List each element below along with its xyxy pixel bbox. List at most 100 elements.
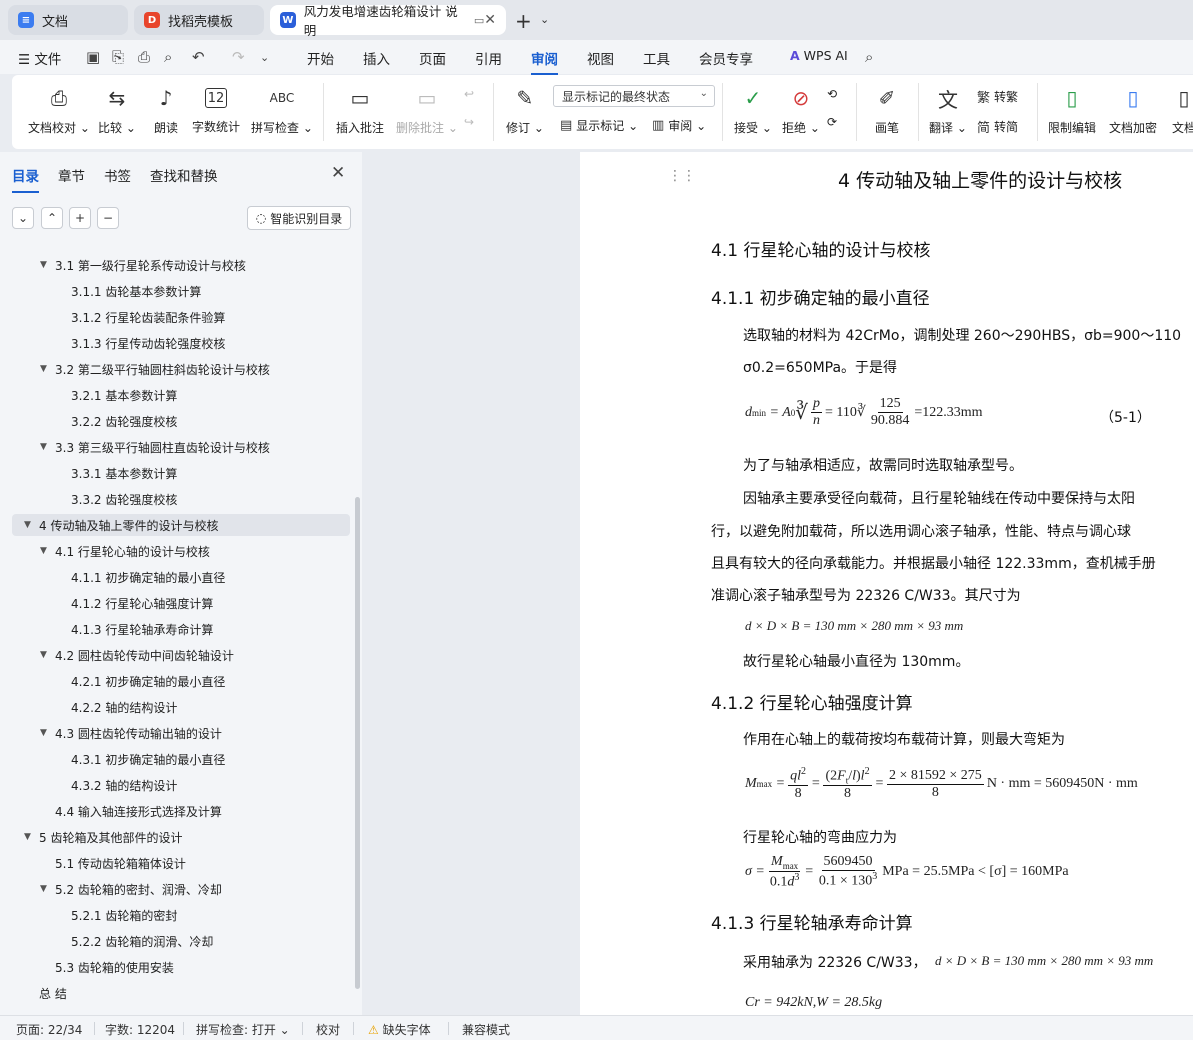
undo-icon[interactable]: ↶ [192, 48, 205, 66]
toc-item[interactable]: ▼ 5.2 齿轮箱的密封、润滑、冷却 [40, 878, 222, 900]
proofread-button[interactable]: ⎙ 文档校对 ⌄ [28, 75, 90, 149]
tab-chapters[interactable]: 章节 [58, 165, 85, 185]
toc-item[interactable]: ▼ 5 齿轮箱及其他部件的设计 [24, 826, 182, 848]
menu-member[interactable]: 会员专享 [699, 48, 753, 68]
toc-item[interactable]: 4.1.3 行星轮轴承寿命计算 [71, 618, 213, 640]
toc-item[interactable]: 总 结 [39, 982, 67, 1004]
expand-triangle-icon[interactable]: ▼ [40, 546, 48, 556]
menu-start[interactable]: 开始 [307, 48, 334, 68]
menu-review[interactable]: 审阅 [531, 48, 558, 75]
show-markup-button[interactable]: ▤ 显示标记 ⌄ [560, 117, 638, 134]
smart-toc-button[interactable]: ◌ 智能识别目录 [247, 206, 351, 230]
menu-page[interactable]: 页面 [419, 48, 446, 68]
tab-documents[interactable]: ≡ 文档 [8, 5, 128, 35]
print-preview-icon[interactable]: ⌕ [164, 48, 172, 66]
toc-item[interactable]: 5.2.1 齿轮箱的密封 [71, 904, 177, 926]
remove-icon[interactable]: − [97, 207, 119, 229]
tab-docer-templates[interactable]: D 找稻壳模板 [134, 5, 264, 35]
menu-reference[interactable]: 引用 [475, 48, 502, 68]
toc-item[interactable]: ▼ 3.3 第三级平行轴圆柱直齿轮设计与校核 [40, 436, 270, 458]
missing-font-status[interactable]: ⚠ 缺失字体 [368, 1021, 431, 1038]
scrollbar[interactable] [355, 497, 360, 989]
word-count-button[interactable]: 12 字数统计 [192, 75, 240, 149]
markup-mode-select[interactable]: 显示标记的最终状态 ⌄ [553, 85, 715, 107]
prev-comment-icon[interactable]: ↩ [464, 87, 474, 101]
toc-item[interactable]: 4.3.1 初步确定轴的最小直径 [71, 748, 225, 770]
tab-bookmarks[interactable]: 书签 [104, 165, 131, 185]
print-icon[interactable]: ⎙ [138, 48, 150, 66]
toc-item[interactable]: 3.3.2 齿轮强度校核 [71, 488, 177, 510]
expand-triangle-icon[interactable]: ▼ [24, 832, 32, 842]
expand-triangle-icon[interactable]: ▼ [40, 442, 48, 452]
expand-triangle-icon[interactable]: ▼ [40, 260, 48, 270]
toc-item[interactable]: 3.2.1 基本参数计算 [71, 384, 177, 406]
expand-triangle-icon[interactable]: ▼ [40, 364, 48, 374]
tab-toc[interactable]: 目录 [12, 165, 39, 193]
new-tab-button[interactable]: + [515, 9, 532, 33]
add-icon[interactable]: + [69, 207, 91, 229]
next-change-icon[interactable]: ⟳ [827, 115, 837, 129]
window-icon[interactable]: ▭ [474, 14, 484, 27]
expand-triangle-icon[interactable]: ▼ [40, 728, 48, 738]
accept-button[interactable]: ✓ 接受 ⌄ [734, 75, 772, 149]
close-icon[interactable]: ✕ [331, 163, 345, 183]
close-icon[interactable]: ✕ [484, 12, 496, 28]
redo-icon[interactable]: ↷ [232, 48, 245, 66]
toc-item[interactable]: ▼ 4.2 圆柱齿轮传动中间齿轮轴设计 [40, 644, 234, 666]
reject-button[interactable]: ⊘ 拒绝 ⌄ [782, 75, 820, 149]
read-aloud-button[interactable]: ♪ 朗读 [151, 75, 181, 149]
pen-button[interactable]: ✐ 画笔 [872, 75, 902, 149]
toc-item[interactable]: ▼ 4.1 行星轮心轴的设计与校核 [40, 540, 210, 562]
tab-current-document[interactable]: W 风力发电增速齿轮箱设计 说明 ▭ ✕ [270, 4, 506, 38]
translate-button[interactable]: 文翻译 ⌄ [929, 75, 967, 149]
menu-view[interactable]: 视图 [587, 48, 614, 68]
insert-comment-button[interactable]: ▭ 插入批注 [336, 75, 384, 149]
expand-triangle-icon[interactable]: ▼ [24, 520, 32, 530]
toc-item[interactable]: ▼ 3.1 第一级行星轮系传动设计与校核 [40, 254, 246, 276]
restrict-edit-button[interactable]: ▯ 限制编辑 [1048, 75, 1096, 149]
toc-item[interactable]: 4.3.2 轴的结构设计 [71, 774, 177, 796]
toc-item[interactable]: 3.1.1 齿轮基本参数计算 [71, 280, 201, 302]
prev-change-icon[interactable]: ⟲ [827, 87, 837, 101]
toc-item[interactable]: 4.1.2 行星轮心轴强度计算 [71, 592, 213, 614]
toc-item[interactable]: ▼ 4 传动轴及轴上零件的设计与校核 [12, 514, 350, 536]
expand-triangle-icon[interactable]: ▼ [40, 650, 48, 660]
toc-item[interactable]: 5.3 齿轮箱的使用安装 [55, 956, 174, 978]
chevron-down-icon[interactable]: ⌄ [12, 207, 34, 229]
toc-item[interactable]: 5.1 传动齿轮箱箱体设计 [55, 852, 186, 874]
toc-item[interactable]: 3.1.3 行星传动齿轮强度校核 [71, 332, 225, 354]
toc-item[interactable]: 5.2.2 齿轮箱的润滑、冷却 [71, 930, 213, 952]
toc-item[interactable]: ▼ 3.2 第二级平行轴圆柱斜齿轮设计与校核 [40, 358, 270, 380]
spell-check-button[interactable]: ABC 拼写检查 ⌄ [251, 75, 313, 149]
doc-encrypt-button[interactable]: ▯ 文档加密 [1109, 75, 1157, 149]
word-count-status[interactable]: 字数: 12204 [105, 1021, 175, 1038]
toc-item[interactable]: 4.2.2 轴的结构设计 [71, 696, 177, 718]
review-pane-button[interactable]: ▥ 审阅 ⌄ [652, 117, 706, 134]
drag-handle-icon[interactable]: ⋮⋮ [668, 168, 696, 184]
expand-triangle-icon[interactable]: ▼ [40, 884, 48, 894]
chevron-up-icon[interactable]: ⌃ [41, 207, 63, 229]
doc-more-button[interactable]: ▯ 文档 [1169, 75, 1193, 149]
tab-find-replace[interactable]: 查找和替换 [150, 165, 218, 185]
toc-item[interactable]: 3.2.2 齿轮强度校核 [71, 410, 177, 432]
toc-item[interactable]: 4.4 输入轴连接形式选择及计算 [55, 800, 222, 822]
to-simplified-button[interactable]: 简转简 [977, 117, 1018, 136]
next-comment-icon[interactable]: ↪ [464, 115, 474, 129]
chevron-down-icon[interactable]: ⌄ [260, 51, 269, 64]
toc-item[interactable]: 3.3.1 基本参数计算 [71, 462, 177, 484]
toc-item[interactable]: ▼ 4.3 圆柱齿轮传动输出轴的设计 [40, 722, 222, 744]
wps-ai-button[interactable]: A WPS AI [790, 48, 848, 63]
compare-button[interactable]: ⇆ 比较 ⌄ [98, 75, 136, 149]
save-icon[interactable]: ▣ [86, 48, 100, 66]
proof-status[interactable]: 校对 [316, 1021, 340, 1038]
to-traditional-button[interactable]: 繁转繁 [977, 87, 1018, 106]
toc-item[interactable]: 4.1.1 初步确定轴的最小直径 [71, 566, 225, 588]
file-menu[interactable]: ☰ 文件 [18, 48, 61, 68]
track-changes-button[interactable]: ✎ 修订 ⌄ [506, 75, 544, 149]
toc-item[interactable]: 3.1.2 行星轮齿装配条件验算 [71, 306, 225, 328]
export-icon[interactable]: ⎘ [112, 48, 124, 66]
page-indicator[interactable]: 页面: 22/34 [16, 1021, 82, 1038]
delete-comment-button[interactable]: ▭ 删除批注 ⌄ [396, 75, 458, 149]
menu-insert[interactable]: 插入 [363, 48, 390, 68]
spell-check-status[interactable]: 拼写检查: 打开 ⌄ [196, 1021, 290, 1038]
